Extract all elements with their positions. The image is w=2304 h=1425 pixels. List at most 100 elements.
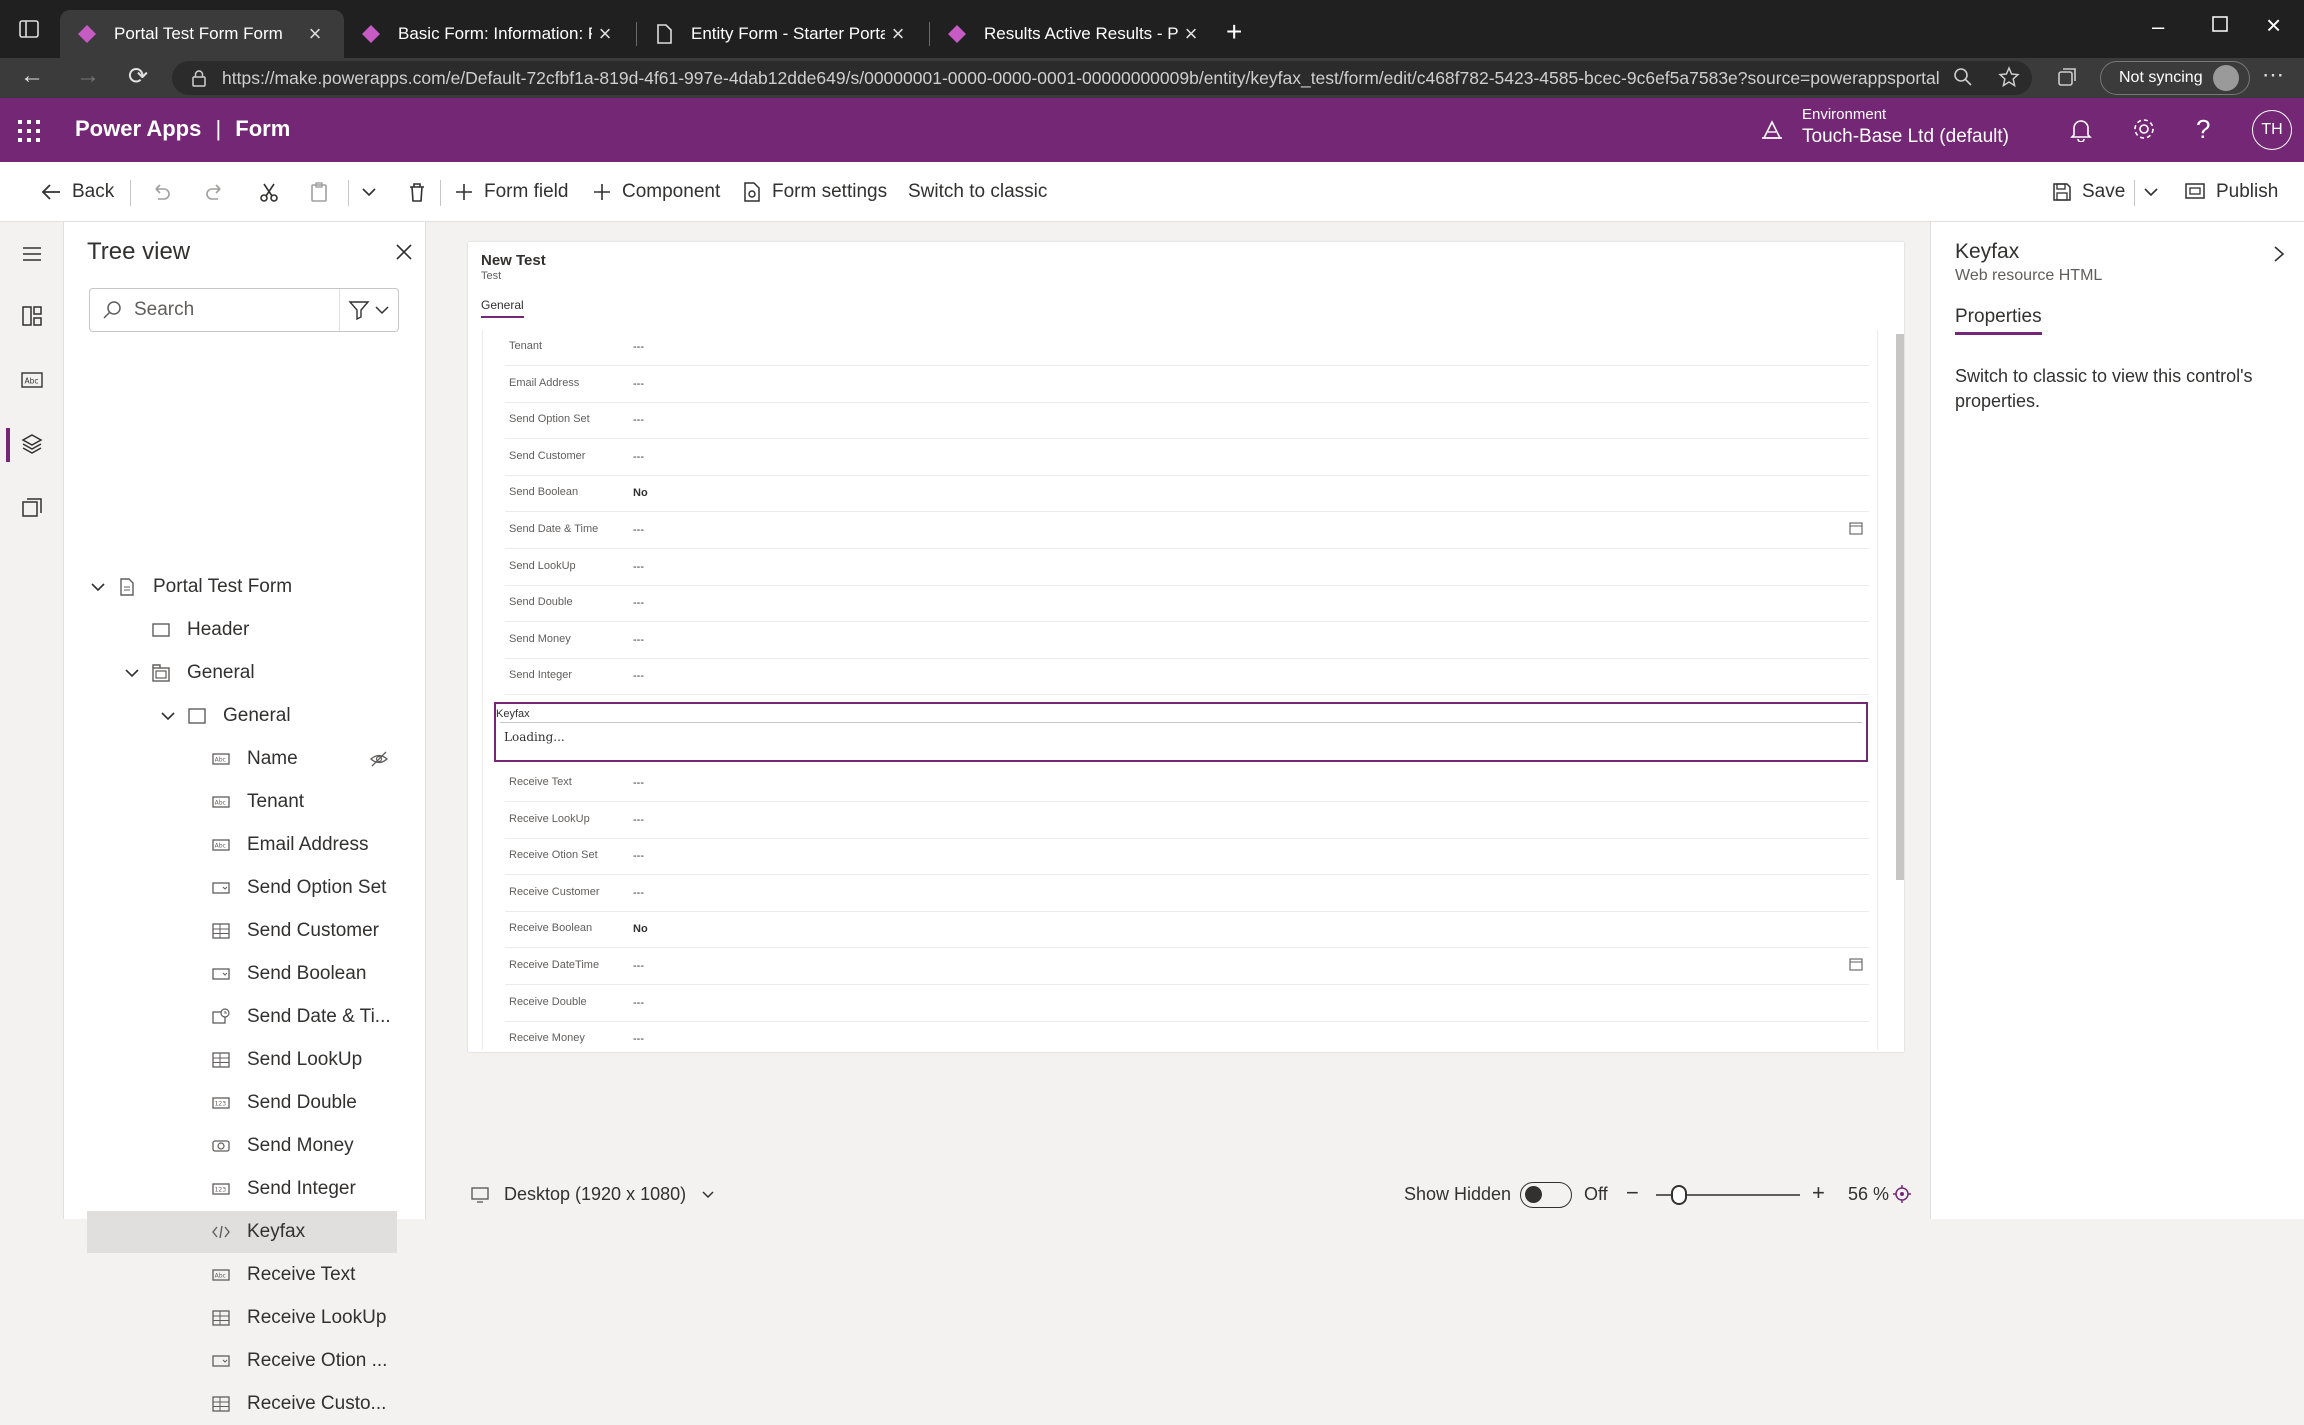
forward-nav-button[interactable]: → (76, 62, 100, 90)
close-panel-icon[interactable] (394, 242, 414, 262)
device-selector[interactable]: Desktop (1920 x 1080) (470, 1184, 716, 1205)
add-form-field-button[interactable]: Form field (454, 162, 568, 222)
close-window-button[interactable]: × (2266, 10, 2281, 41)
field-value[interactable]: --- (633, 524, 644, 536)
collections-icon[interactable] (2056, 66, 2078, 88)
form-field-row[interactable]: Send Option Set --- (505, 403, 1869, 440)
tree-item-general-section[interactable]: General (87, 695, 397, 737)
field-value[interactable]: --- (633, 814, 644, 826)
field-value[interactable]: --- (633, 561, 644, 573)
tree-item-field[interactable]: Send Boolean (87, 953, 397, 995)
tree-search-input[interactable]: Search (90, 289, 340, 331)
close-tab-icon[interactable]: × (302, 21, 328, 47)
field-value[interactable]: --- (633, 597, 644, 609)
filter-icon[interactable] (348, 299, 392, 321)
field-value[interactable]: No (633, 923, 648, 935)
switch-to-classic-button[interactable]: Switch to classic (908, 162, 1047, 222)
form-field-row[interactable]: Send LookUp --- (505, 550, 1869, 586)
settings-gear-icon[interactable] (2132, 117, 2156, 141)
form-tab-general[interactable]: General (481, 298, 524, 318)
form-field-row[interactable]: Email Address --- (505, 367, 1869, 403)
calendar-icon[interactable] (1849, 957, 1863, 971)
components-icon[interactable] (20, 304, 44, 328)
browser-tab-results[interactable]: Results Active Results - Power Ap × (930, 10, 1220, 58)
tree-item-field[interactable]: Send Option Set (87, 867, 397, 909)
browser-tab-entity-form[interactable]: Entity Form - Starter Portal × (637, 10, 927, 58)
tree-item-field[interactable]: 123 Send Double (87, 1082, 397, 1124)
cut-button[interactable] (258, 162, 290, 222)
form-scrollbar[interactable] (1896, 334, 1904, 880)
browser-tab-basic-form[interactable]: Basic Form: Information: Portal Te × (344, 10, 634, 58)
close-tab-icon[interactable]: × (885, 21, 911, 47)
environment-name[interactable]: Touch-Base Ltd (default) (1802, 126, 2009, 148)
form-field-row[interactable]: Receive Money --- (505, 1022, 1869, 1052)
form-field-row[interactable]: Receive LookUp --- (505, 803, 1869, 839)
keyfax-web-resource[interactable]: Keyfax Loading... (494, 702, 1868, 762)
tree-item-field[interactable]: Send Money (87, 1125, 397, 1167)
user-avatar[interactable]: TH (2252, 110, 2292, 150)
tree-item-field[interactable]: Abc Tenant (87, 781, 397, 823)
field-value[interactable]: --- (633, 451, 644, 463)
collapse-pane-icon[interactable] (2271, 244, 2287, 264)
more-dropdown-button[interactable] (360, 162, 388, 222)
save-button[interactable]: Save (2052, 162, 2125, 222)
fit-to-screen-icon[interactable] (1892, 1184, 1912, 1204)
tree-view-layers-icon[interactable] (20, 432, 44, 456)
address-bar[interactable]: https://make.powerapps.com/e/Default-72c… (172, 61, 2032, 95)
new-tab-button[interactable]: + (1226, 16, 1242, 48)
save-options-dropdown[interactable] (2142, 162, 2170, 222)
field-value[interactable]: --- (633, 670, 644, 682)
app-launcher-icon[interactable] (18, 120, 40, 142)
tree-item-field[interactable]: Send Date & Ti... (87, 996, 397, 1038)
tree-item-field[interactable]: Send Customer (87, 910, 397, 952)
form-field-row[interactable]: Tenant --- (505, 330, 1869, 366)
add-component-button[interactable]: Component (592, 162, 720, 222)
field-value[interactable]: --- (633, 341, 644, 353)
form-field-row[interactable]: Send Boolean No (505, 476, 1869, 513)
form-field-row[interactable]: Send Double --- (505, 586, 1869, 623)
field-value[interactable]: --- (633, 777, 644, 789)
close-tab-icon[interactable]: × (592, 21, 618, 47)
tree-item-portal-test-form[interactable]: Portal Test Form (87, 566, 397, 608)
reload-button[interactable]: ⟳ (128, 62, 148, 91)
form-field-row[interactable]: Receive Boolean No (505, 912, 1869, 949)
redo-button[interactable] (204, 162, 236, 222)
tree-item-field[interactable]: Receive Otion ... (87, 1340, 397, 1382)
back-button[interactable]: Back (40, 162, 114, 222)
hamburger-menu-icon[interactable] (20, 242, 44, 266)
minimize-button[interactable]: – (2152, 14, 2164, 40)
paste-button[interactable] (308, 162, 340, 222)
form-field-row[interactable]: Send Date & Time --- (505, 513, 1869, 549)
back-nav-button[interactable]: ← (20, 62, 44, 90)
maximize-button[interactable] (2212, 16, 2228, 32)
form-field-row[interactable]: Receive DateTime --- (505, 949, 1869, 985)
show-hidden-toggle[interactable] (1520, 1182, 1572, 1208)
field-value[interactable]: --- (633, 887, 644, 899)
calendar-icon[interactable] (1849, 521, 1863, 535)
table-columns-icon[interactable]: Abc (20, 368, 44, 392)
tree-item-general-tab[interactable]: General (87, 652, 397, 694)
tree-item-field[interactable]: 123 Send Integer (87, 1168, 397, 1210)
form-field-row[interactable]: Receive Double --- (505, 986, 1869, 1022)
help-icon[interactable]: ? (2196, 114, 2210, 145)
tree-item-field[interactable]: Keyfax (87, 1211, 397, 1253)
undo-button[interactable] (150, 162, 182, 222)
field-value[interactable]: --- (633, 1033, 644, 1045)
zoom-slider-thumb[interactable] (1670, 1185, 1687, 1205)
field-value[interactable]: No (633, 487, 648, 499)
tree-item-header[interactable]: Header (87, 609, 397, 651)
tree-item-field[interactable]: Send LookUp (87, 1039, 397, 1081)
form-field-row[interactable]: Send Integer --- (505, 659, 1869, 696)
form-settings-button[interactable]: Form settings (742, 162, 887, 222)
zoom-out-button[interactable]: − (1626, 1180, 1639, 1206)
tree-item-field[interactable]: Abc Receive Text (87, 1254, 397, 1296)
more-menu-icon[interactable]: ⋯ (2262, 62, 2284, 88)
publish-button[interactable]: Publish (2184, 162, 2278, 222)
field-value[interactable]: --- (633, 997, 644, 1009)
field-value[interactable]: --- (633, 634, 644, 646)
delete-button[interactable] (406, 162, 438, 222)
form-libraries-icon[interactable] (20, 496, 44, 520)
field-value[interactable]: --- (633, 850, 644, 862)
tree-item-field[interactable]: Receive Custo... (87, 1383, 397, 1425)
form-preview[interactable]: New Test Test General Tenant --- Email Add… (468, 242, 1904, 1052)
